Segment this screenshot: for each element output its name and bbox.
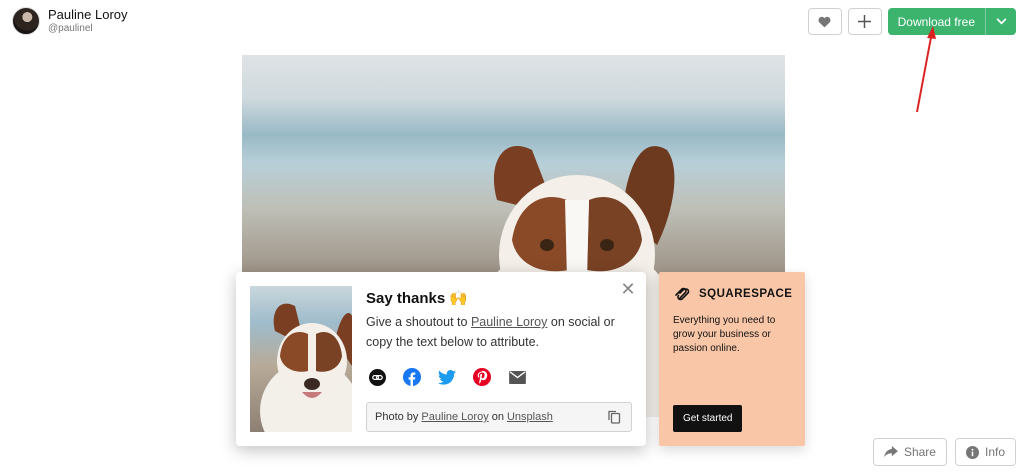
add-to-collection-button[interactable] [847, 8, 882, 35]
attribution-prefix: Photo by [375, 411, 419, 423]
attribution-author-link[interactable]: Pauline Loroy [421, 411, 488, 423]
share-button[interactable]: Share [872, 438, 947, 466]
download-button-group: Download free [887, 8, 1016, 35]
social-share-row [368, 368, 526, 386]
info-button[interactable]: Info [954, 438, 1016, 466]
share-label: Share [903, 445, 936, 459]
photo-thumbnail [250, 286, 352, 432]
photo-page: Pauline Loroy @paulinel Download free ✕ … [0, 0, 1024, 476]
author-link[interactable]: Pauline Loroy [471, 315, 547, 329]
like-button[interactable] [807, 8, 842, 35]
share-icon [884, 446, 898, 458]
info-icon [965, 445, 979, 459]
attribution-middle: on [491, 411, 504, 423]
heart-icon [818, 16, 831, 27]
author-handle[interactable]: @paulinel [48, 23, 128, 35]
ad-text: Everything you need to grow your busines… [673, 315, 776, 354]
facebook-icon[interactable] [403, 368, 421, 386]
squarespace-logo: SQUARESPACE [673, 286, 792, 302]
author-name[interactable]: Pauline Loroy [48, 7, 128, 23]
download-options-button[interactable] [986, 8, 1016, 35]
copy-link-icon[interactable] [368, 368, 386, 386]
info-label: Info [984, 445, 1005, 459]
avatar[interactable] [12, 7, 40, 35]
close-icon[interactable]: ✕ [620, 280, 636, 298]
squarespace-ad[interactable]: SQUARESPACE Everything you need to grow … [659, 272, 805, 446]
attribution-box[interactable]: Photo by Pauline Loroy on Unsplash [366, 402, 632, 432]
say-thanks-panel: ✕ Say thanks 🙌 Give a shoutout to Paulin… [236, 272, 646, 446]
plus-icon [858, 15, 872, 28]
shoutout-text: Give a shoutout to Pauline Loroy on soci… [366, 312, 636, 352]
shoutout-prefix: Give a shoutout to [366, 315, 468, 329]
top-actions: Download free [807, 8, 1016, 35]
squarespace-logo-icon [675, 287, 690, 301]
twitter-icon[interactable] [438, 368, 456, 386]
dog-thumbnail-image [260, 303, 352, 432]
attribution-site-link[interactable]: Unsplash [507, 411, 553, 423]
copy-icon[interactable] [608, 410, 621, 424]
download-free-button[interactable]: Download free [888, 8, 986, 35]
author-block[interactable]: Pauline Loroy @paulinel [12, 7, 128, 35]
ad-brand: SQUARESPACE [699, 288, 793, 300]
pinterest-icon[interactable] [473, 368, 491, 386]
email-icon[interactable] [508, 368, 526, 386]
bottom-actions: Share Info [872, 438, 1016, 466]
get-started-button[interactable]: Get started [673, 405, 743, 432]
say-thanks-title: Say thanks 🙌 [366, 290, 469, 307]
chevron-down-icon [996, 18, 1006, 25]
